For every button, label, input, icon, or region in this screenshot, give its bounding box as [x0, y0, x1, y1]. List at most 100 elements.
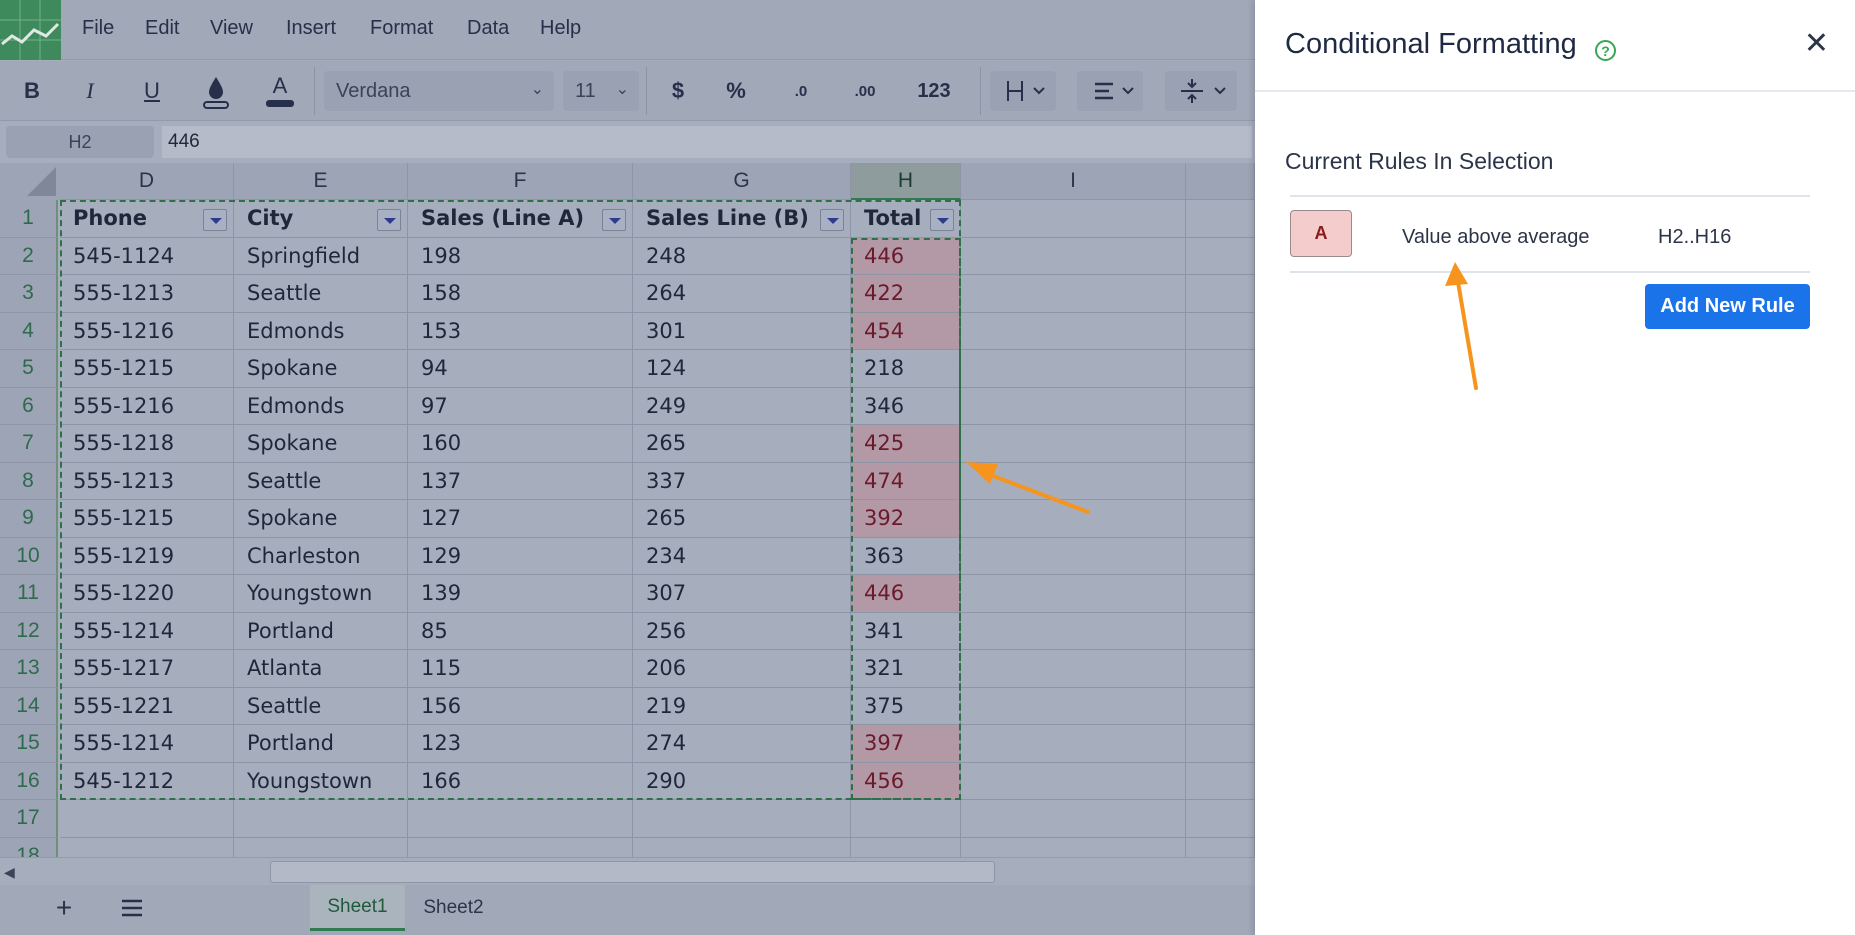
row-header[interactable]: 6 [0, 387, 58, 425]
total-cell[interactable]: 425 [851, 425, 961, 463]
table-cell[interactable]: 127 [408, 500, 633, 538]
table-cell[interactable]: 555-1216 [60, 387, 234, 425]
table-cell[interactable]: 555-1215 [60, 500, 234, 538]
filter-dropdown-icon[interactable] [602, 209, 626, 231]
row-header[interactable]: 3 [0, 275, 58, 313]
column-title-cell[interactable]: Total [851, 200, 961, 238]
filter-dropdown-icon[interactable] [203, 209, 227, 231]
table-cell[interactable]: Spokane [234, 500, 408, 538]
table-cell[interactable] [1186, 350, 1255, 388]
column-header-f[interactable]: F [408, 163, 633, 200]
table-cell[interactable]: 249 [633, 387, 851, 425]
table-cell[interactable]: 555-1221 [60, 687, 234, 725]
row-header[interactable]: 17 [0, 800, 58, 838]
total-cell[interactable]: 218 [851, 350, 961, 388]
total-cell[interactable]: 341 [851, 612, 961, 650]
table-cell[interactable]: 97 [408, 387, 633, 425]
table-cell[interactable]: 139 [408, 575, 633, 613]
table-cell[interactable]: 94 [408, 350, 633, 388]
close-button[interactable]: ✕ [1804, 26, 1829, 61]
table-cell[interactable]: 555-1218 [60, 425, 234, 463]
table-cell[interactable]: 555-1217 [60, 650, 234, 688]
menu-view[interactable]: View [210, 17, 253, 40]
row-header[interactable]: 15 [0, 725, 58, 763]
filter-dropdown-icon[interactable] [820, 209, 844, 231]
total-cell[interactable]: 392 [851, 500, 961, 538]
percent-button[interactable]: % [718, 69, 754, 113]
row-header[interactable]: 7 [0, 425, 58, 463]
table-cell[interactable]: 545-1124 [60, 237, 234, 275]
total-cell[interactable]: 446 [851, 575, 961, 613]
table-cell[interactable]: Seattle [234, 687, 408, 725]
sheet-tab-sheet1[interactable]: Sheet1 [310, 885, 405, 931]
table-cell[interactable] [1186, 312, 1255, 350]
table-cell[interactable]: 124 [633, 350, 851, 388]
align-dropdown[interactable] [1077, 71, 1143, 111]
table-cell[interactable]: Edmonds [234, 387, 408, 425]
formula-input[interactable]: 446 [162, 126, 1252, 158]
table-cell[interactable]: 555-1220 [60, 575, 234, 613]
column-header-g[interactable]: G [633, 163, 851, 200]
table-cell[interactable] [961, 312, 1186, 350]
total-cell[interactable]: 422 [851, 275, 961, 313]
table-cell[interactable] [1186, 462, 1255, 500]
vertical-align-dropdown[interactable] [1165, 71, 1237, 111]
table-cell[interactable]: Spokane [234, 350, 408, 388]
select-all-corner[interactable] [0, 163, 60, 200]
menu-help[interactable]: Help [540, 17, 581, 40]
table-cell[interactable]: 301 [633, 312, 851, 350]
scrollbar-thumb[interactable] [270, 861, 995, 883]
row-header[interactable]: 12 [0, 612, 58, 650]
table-cell[interactable]: Edmonds [234, 312, 408, 350]
table-cell[interactable] [961, 350, 1186, 388]
table-cell[interactable]: Portland [234, 725, 408, 763]
table-cell[interactable] [1186, 762, 1255, 800]
table-cell[interactable] [633, 800, 851, 838]
table-cell[interactable] [1186, 575, 1255, 613]
menu-data[interactable]: Data [467, 17, 509, 40]
number-format-button[interactable]: 123 [906, 69, 962, 113]
table-cell[interactable] [1186, 500, 1255, 538]
table-cell[interactable] [60, 800, 234, 838]
column-header-j[interactable] [1186, 163, 1255, 200]
table-cell[interactable] [1186, 200, 1255, 238]
table-cell[interactable] [1186, 387, 1255, 425]
table-cell[interactable]: 264 [633, 275, 851, 313]
bold-button[interactable]: B [14, 69, 50, 113]
total-cell[interactable]: 375 [851, 687, 961, 725]
add-sheet-button[interactable]: + [44, 885, 84, 931]
add-new-rule-button[interactable]: Add New Rule [1645, 284, 1810, 329]
sheet-list-button[interactable] [112, 885, 152, 931]
table-cell[interactable]: 123 [408, 725, 633, 763]
table-cell[interactable]: 166 [408, 762, 633, 800]
borders-dropdown[interactable] [990, 71, 1056, 111]
total-cell[interactable]: 454 [851, 312, 961, 350]
table-cell[interactable] [408, 800, 633, 838]
table-cell[interactable]: Seattle [234, 275, 408, 313]
increase-decimal-button[interactable]: .00 [840, 69, 890, 113]
table-cell[interactable]: 158 [408, 275, 633, 313]
column-header-i[interactable]: I [961, 163, 1186, 200]
fill-color-button[interactable] [198, 69, 234, 113]
table-cell[interactable] [961, 537, 1186, 575]
table-cell[interactable]: 206 [633, 650, 851, 688]
table-cell[interactable]: 555-1219 [60, 537, 234, 575]
table-cell[interactable] [1186, 725, 1255, 763]
total-cell[interactable]: 363 [851, 537, 961, 575]
row-header[interactable]: 14 [0, 687, 58, 725]
currency-button[interactable]: $ [660, 69, 696, 113]
cell-reference-box[interactable]: H2 [6, 126, 154, 158]
font-color-button[interactable]: A [262, 69, 298, 113]
row-header[interactable]: 4 [0, 312, 58, 350]
table-cell[interactable] [961, 500, 1186, 538]
table-cell[interactable] [961, 687, 1186, 725]
table-cell[interactable] [961, 575, 1186, 613]
table-cell[interactable] [961, 612, 1186, 650]
table-cell[interactable]: Springfield [234, 237, 408, 275]
table-cell[interactable] [1186, 237, 1255, 275]
table-cell[interactable] [961, 650, 1186, 688]
table-cell[interactable] [1186, 275, 1255, 313]
menu-edit[interactable]: Edit [145, 17, 179, 40]
column-title-cell[interactable]: Sales Line (B) [633, 200, 851, 238]
row-header[interactable]: 1 [0, 200, 58, 238]
